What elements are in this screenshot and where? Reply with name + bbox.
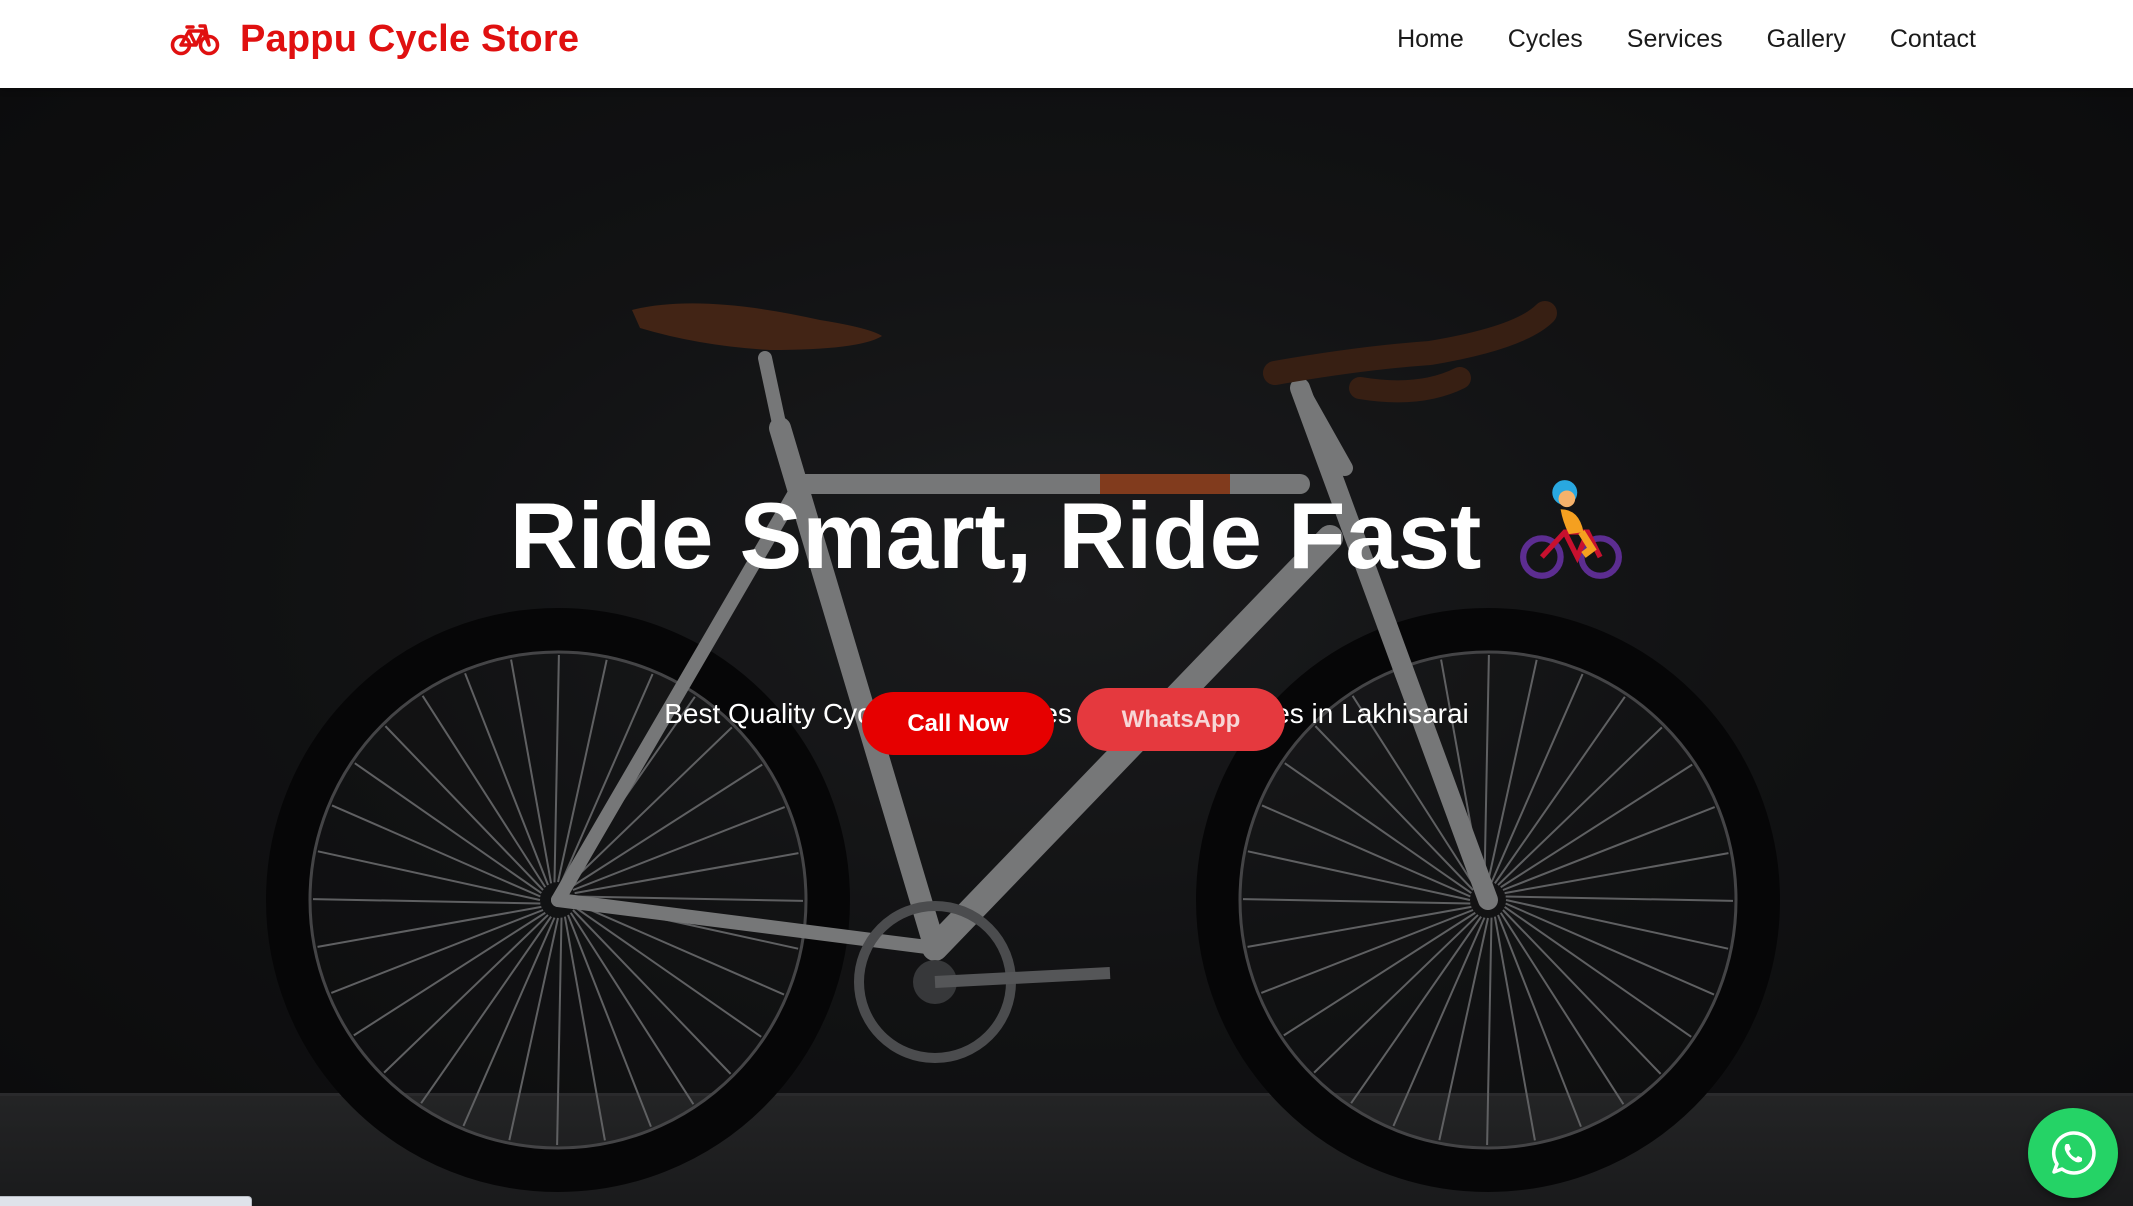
hero-dark-overlay — [0, 88, 2133, 1206]
call-now-button[interactable]: Call Now — [862, 692, 1054, 755]
bicycle-icon — [170, 24, 220, 56]
nav-services[interactable]: Services — [1627, 20, 1723, 58]
cyclist-emoji-icon — [1520, 480, 1623, 579]
hero-title-text: Ride Smart, Ride Fast — [509, 483, 1482, 588]
brand-name: Pappu Cycle Store — [240, 17, 580, 60]
hero-title: Ride Smart, Ride Fast — [0, 478, 2133, 591]
hero-section: Ride Smart, Ride Fast Best Quality Cycle… — [0, 88, 2133, 1206]
nav-gallery[interactable]: Gallery — [1767, 20, 1846, 58]
nav-cycles[interactable]: Cycles — [1508, 20, 1583, 58]
nav-contact[interactable]: Contact — [1890, 20, 1976, 58]
nav-home[interactable]: Home — [1397, 20, 1464, 58]
whatsapp-icon — [2051, 1131, 2096, 1175]
whatsapp-button[interactable]: WhatsApp — [1077, 688, 1285, 751]
main-nav: Home Cycles Services Gallery Contact — [1397, 20, 1976, 58]
site-header: Pappu Cycle Store Home Cycles Services G… — [0, 0, 2133, 88]
hero-subtitle: Best Quality Cycles, Accessories & Repai… — [664, 698, 1469, 729]
whatsapp-floating-button[interactable] — [2028, 1108, 2118, 1198]
brand-logo[interactable]: Pappu Cycle Store — [170, 14, 579, 64]
browser-status-bar — [0, 1196, 252, 1206]
